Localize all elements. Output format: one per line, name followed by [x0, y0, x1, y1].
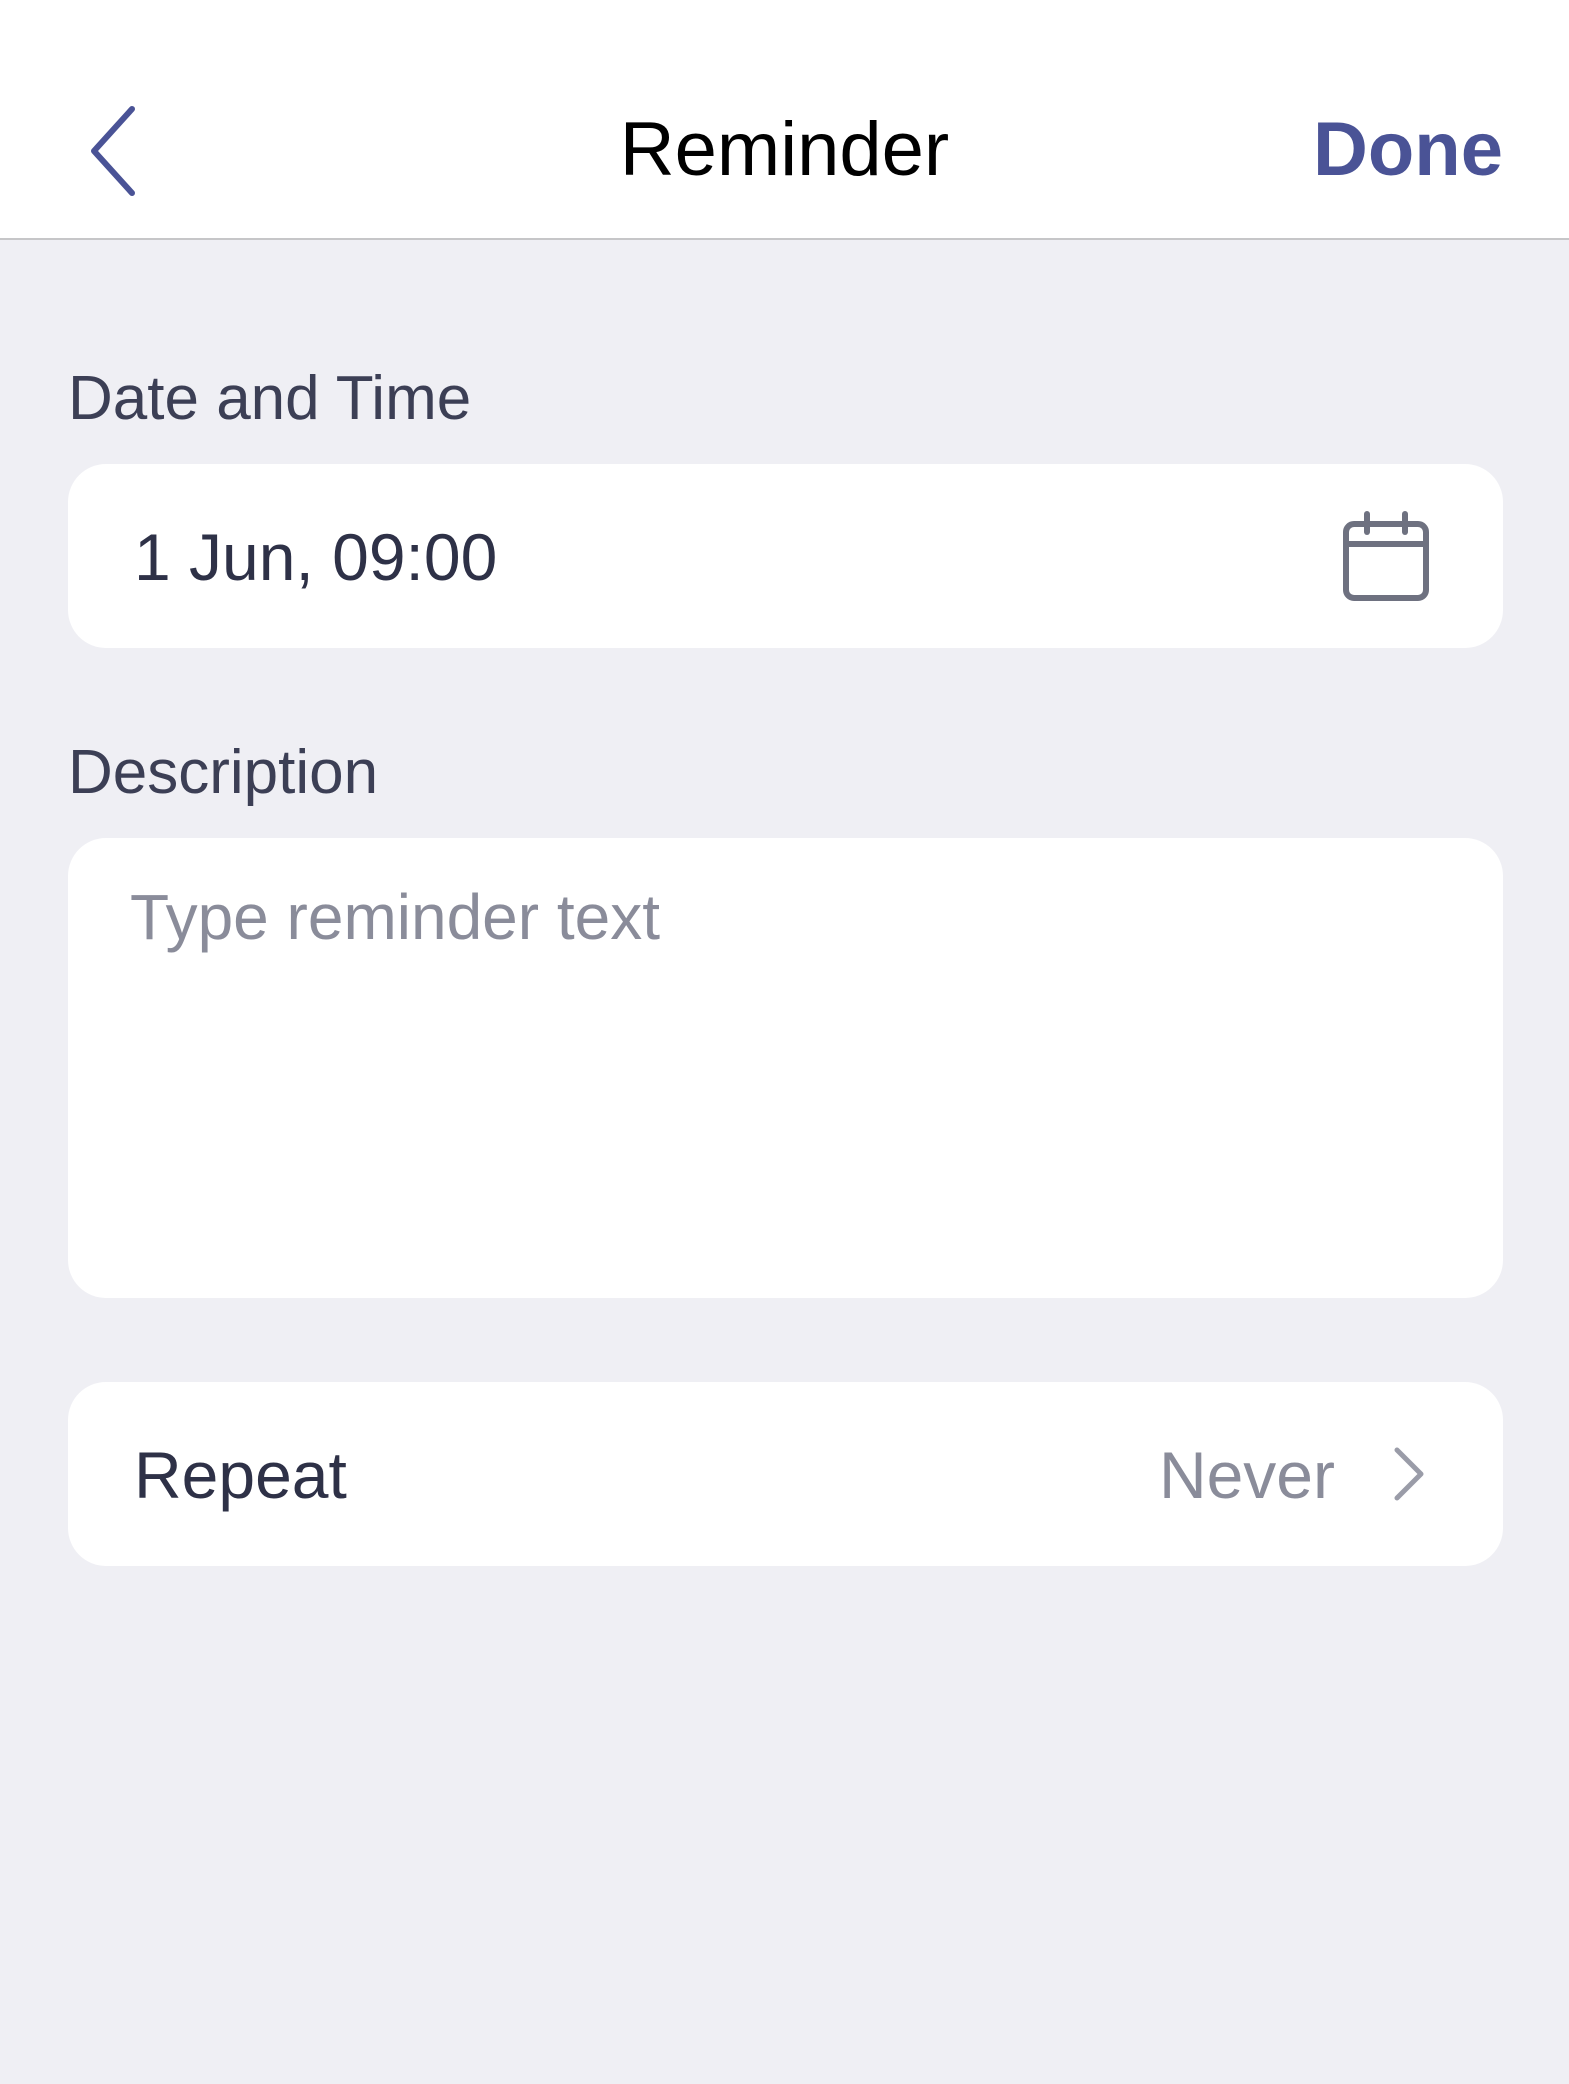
description-input[interactable] — [68, 838, 1503, 1298]
calendar-icon[interactable] — [1341, 510, 1431, 604]
date-time-field[interactable]: 1 Jun, 09:00 — [68, 464, 1503, 648]
description-section-label: Description — [68, 738, 379, 807]
repeat-label: Repeat — [134, 1438, 347, 1512]
chevron-right-icon — [1394, 1447, 1424, 1501]
chevron-left-icon — [91, 106, 135, 196]
date-time-section-label: Date and Time — [68, 364, 472, 433]
done-button[interactable]: Done — [1313, 105, 1503, 195]
description-card — [68, 838, 1503, 1298]
navigation-bar: Reminder Done — [0, 0, 1569, 240]
date-time-value: 1 Jun, 09:00 — [134, 520, 498, 594]
back-button[interactable] — [70, 95, 160, 205]
repeat-row[interactable]: Repeat Never — [68, 1382, 1503, 1566]
repeat-value: Never — [1158, 1438, 1335, 1512]
